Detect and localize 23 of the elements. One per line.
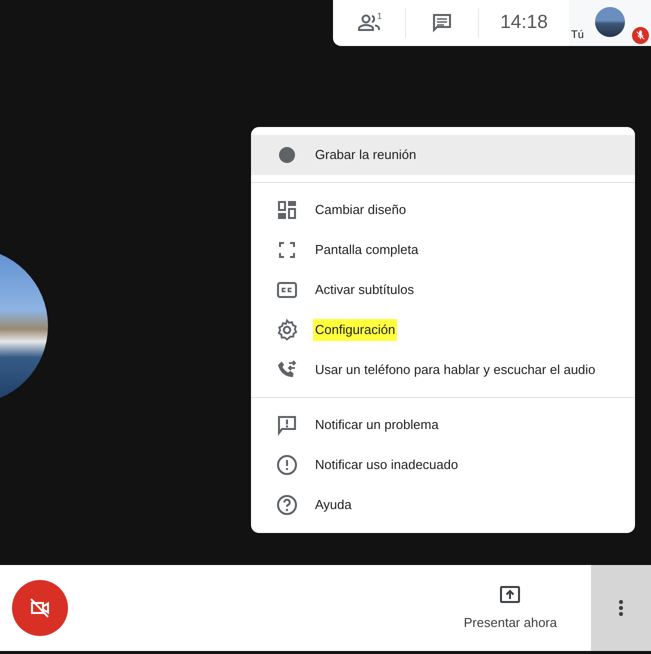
menu-item[interactable]: Grabar la reunión xyxy=(251,135,635,175)
alert-circle-icon xyxy=(275,453,299,477)
help-icon xyxy=(275,493,299,517)
more-vertical-icon xyxy=(619,600,623,616)
clock-time: 14:18 xyxy=(499,10,549,35)
menu-item[interactable]: Notificar un problema xyxy=(251,405,635,445)
settings-icon xyxy=(275,318,299,342)
avatar-photo-placeholder xyxy=(595,7,625,37)
menu-item[interactable]: Notificar uso inadecuado xyxy=(251,445,635,485)
participants-button[interactable]: 1 xyxy=(333,0,405,46)
camera-off-icon xyxy=(28,596,52,620)
layout-grid-icon xyxy=(275,198,299,222)
menu-item[interactable]: Usar un teléfono para hablar y escuchar el audio xyxy=(251,350,635,390)
menu-item[interactable]: Ayuda xyxy=(251,485,635,525)
menu-item[interactable]: Configuración xyxy=(251,310,635,350)
participant-count: 1 xyxy=(377,10,382,23)
menu-item[interactable]: Pantalla completa xyxy=(251,230,635,270)
menu-item[interactable]: Activar subtítulos xyxy=(251,270,635,310)
self-label: Tú xyxy=(571,28,584,43)
menu-item[interactable]: Cambiar diseño xyxy=(251,190,635,230)
present-now-button[interactable]: Presentar ahora xyxy=(458,582,563,634)
feedback-icon xyxy=(275,413,299,437)
chat-icon xyxy=(430,11,454,35)
